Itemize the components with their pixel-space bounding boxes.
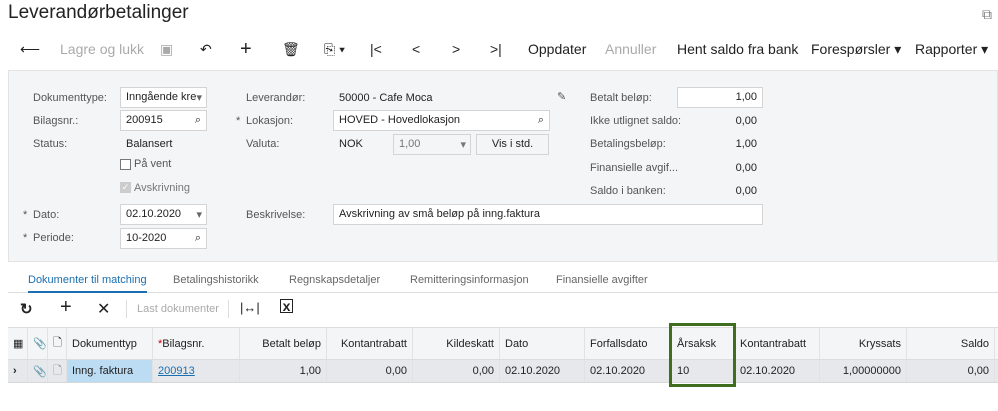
- tab-remittance[interactable]: Remitteringsinformasjon: [410, 274, 529, 286]
- cell-paid[interactable]: 1,00: [240, 360, 327, 382]
- date-label: Dato:: [23, 209, 59, 221]
- voucher-field[interactable]: 200915 ⌕: [120, 110, 207, 131]
- bank-balance-label: Saldo i banken:: [590, 185, 666, 197]
- payment-label: Betalingsbeløp:: [590, 138, 666, 150]
- refresh-icon[interactable]: ↻: [20, 300, 33, 318]
- status-label: Status:: [33, 138, 68, 150]
- tab-documents[interactable]: Dokumenter til matching: [28, 274, 147, 293]
- col-cash-discount[interactable]: Kontantrabatt: [327, 328, 413, 359]
- cell-due-date[interactable]: 02.10.2020: [585, 360, 672, 382]
- vendor-label: Leverandør:: [246, 92, 306, 104]
- first-icon[interactable]: |<: [370, 36, 382, 62]
- table-row[interactable]: › 📎 🗋 Inng. faktura 200913 1,00 0,00 0,0…: [8, 360, 998, 383]
- on-hold-label: På vent: [134, 158, 172, 170]
- edit-icon[interactable]: ✎: [557, 90, 566, 103]
- col-doc-type[interactable]: Dokumenttyp: [67, 328, 153, 359]
- voucher-label: Bilagsnr.:: [33, 115, 79, 127]
- cell-cash-discount-date[interactable]: 02.10.2020: [735, 360, 820, 382]
- desc-field[interactable]: Avskrivning av små beløp på inng.faktura: [333, 204, 763, 225]
- col-withholding[interactable]: Kildeskatt: [413, 328, 500, 359]
- row-attachment-icon[interactable]: 📎: [28, 360, 48, 382]
- reports-menu[interactable]: Rapporter ▾: [915, 36, 988, 62]
- prev-icon[interactable]: <: [412, 36, 420, 62]
- vendor-value[interactable]: 50000 - Cafe Moca: [339, 92, 433, 104]
- cell-withholding[interactable]: 0,00: [413, 360, 500, 382]
- tab-bar: Dokumenter til matching Betalingshistori…: [8, 270, 998, 293]
- on-hold-checkbox[interactable]: [120, 159, 131, 170]
- back-icon[interactable]: ⟵: [20, 36, 40, 62]
- highlight-box: [669, 323, 736, 387]
- copy-paste-icon[interactable]: ⎘ ▾: [324, 36, 345, 62]
- fetch-balance-button[interactable]: Hent saldo fra bank: [677, 36, 798, 62]
- delete-icon[interactable]: 🗑: [282, 36, 300, 62]
- paid-label: Betalt beløp:: [590, 92, 652, 104]
- unapplied-label: Ikke utlignet saldo:: [590, 115, 682, 127]
- open-external-icon[interactable]: ⧉: [982, 6, 992, 23]
- location-field[interactable]: HOVED - Hovedlokasjon ⌕: [333, 110, 550, 131]
- save-close-button[interactable]: Lagre og lukk: [60, 36, 144, 62]
- desc-label: Beskrivelse:: [246, 209, 306, 221]
- location-label: Lokasjon:: [236, 115, 293, 127]
- grid-header: ▦ 📎 🗋 Dokumenttyp * Bilagsnr. Betalt belø…: [8, 327, 998, 360]
- cell-doc-type[interactable]: Inng. faktura: [67, 360, 153, 382]
- bank-balance-value: 0,00: [735, 185, 757, 197]
- search-icon[interactable]: ⌕: [195, 114, 201, 127]
- note-icon[interactable]: 🗋: [48, 328, 67, 359]
- status-value: Balansert: [126, 138, 173, 150]
- add-icon[interactable]: +: [240, 36, 252, 62]
- update-button[interactable]: Oppdater: [528, 36, 586, 62]
- doc-type-label: Dokumenttype:: [33, 92, 107, 104]
- currency-value: NOK: [339, 138, 363, 150]
- cell-voucher-link[interactable]: 200913: [153, 360, 240, 382]
- inquiries-menu[interactable]: Forespørsler ▾: [811, 36, 901, 62]
- col-date[interactable]: Dato: [500, 328, 585, 359]
- date-field[interactable]: 02.10.2020 ▾: [120, 204, 207, 225]
- row-settings-icon[interactable]: ▦: [8, 328, 28, 359]
- col-voucher[interactable]: * Bilagsnr.: [153, 328, 240, 359]
- row-selector-icon[interactable]: ›: [8, 360, 28, 382]
- fin-fees-value: 0,00: [735, 162, 757, 174]
- export-excel-icon[interactable]: x: [280, 299, 293, 313]
- col-cash-discount-date[interactable]: Kontantrabatt: [735, 328, 820, 359]
- col-cross-rate[interactable]: Kryssats: [820, 328, 907, 359]
- tab-accounting[interactable]: Regnskapsdetaljer: [289, 274, 380, 286]
- tab-fin-fees[interactable]: Finansielle avgifter: [556, 274, 648, 286]
- fin-fees-label: Finansielle avgif...: [590, 162, 679, 174]
- show-std-button[interactable]: Vis i std.: [476, 134, 549, 155]
- writeoff-checkbox[interactable]: ✓: [120, 182, 131, 193]
- col-paid[interactable]: Betalt beløp: [240, 328, 327, 359]
- add-row-icon[interactable]: +: [60, 296, 72, 319]
- next-icon[interactable]: >: [452, 36, 460, 62]
- col-due-date[interactable]: Forfallsdato: [585, 328, 672, 359]
- writeoff-label: Avskrivning: [134, 182, 191, 194]
- col-balance[interactable]: Saldo: [907, 328, 995, 359]
- tab-payment-history[interactable]: Betalingshistorikk: [173, 274, 259, 286]
- fit-columns-icon[interactable]: |↔|: [240, 300, 260, 315]
- undo-icon[interactable]: ↶: [200, 36, 212, 62]
- row-note-icon[interactable]: 🗋: [48, 360, 67, 382]
- cell-balance[interactable]: 0,00: [907, 360, 995, 382]
- cancel-button[interactable]: Annuller: [605, 36, 656, 62]
- last-icon[interactable]: >|: [490, 36, 502, 62]
- page-title: Leverandørbetalinger: [8, 2, 189, 23]
- currency-label: Valuta:: [246, 138, 280, 150]
- unapplied-value: 0,00: [735, 115, 757, 127]
- period-label: Periode:: [23, 232, 74, 244]
- cell-cross-rate[interactable]: 1,00000000: [820, 360, 907, 382]
- doc-type-select[interactable]: Inngående kre ▾: [120, 87, 207, 108]
- cell-cash-discount[interactable]: 0,00: [327, 360, 413, 382]
- delete-row-icon[interactable]: ✕: [97, 299, 110, 319]
- paid-field[interactable]: 1,00: [677, 87, 763, 108]
- payment-value: 1,00: [735, 138, 757, 150]
- period-field[interactable]: 10-2020 ⌕: [120, 228, 207, 249]
- load-documents-button[interactable]: Last dokumenter: [137, 303, 219, 315]
- attachment-icon[interactable]: 📎: [28, 328, 48, 359]
- save-icon[interactable]: ▣: [160, 36, 173, 62]
- rate-field[interactable]: 1,00 ▾: [393, 134, 471, 155]
- cell-date[interactable]: 02.10.2020: [500, 360, 585, 382]
